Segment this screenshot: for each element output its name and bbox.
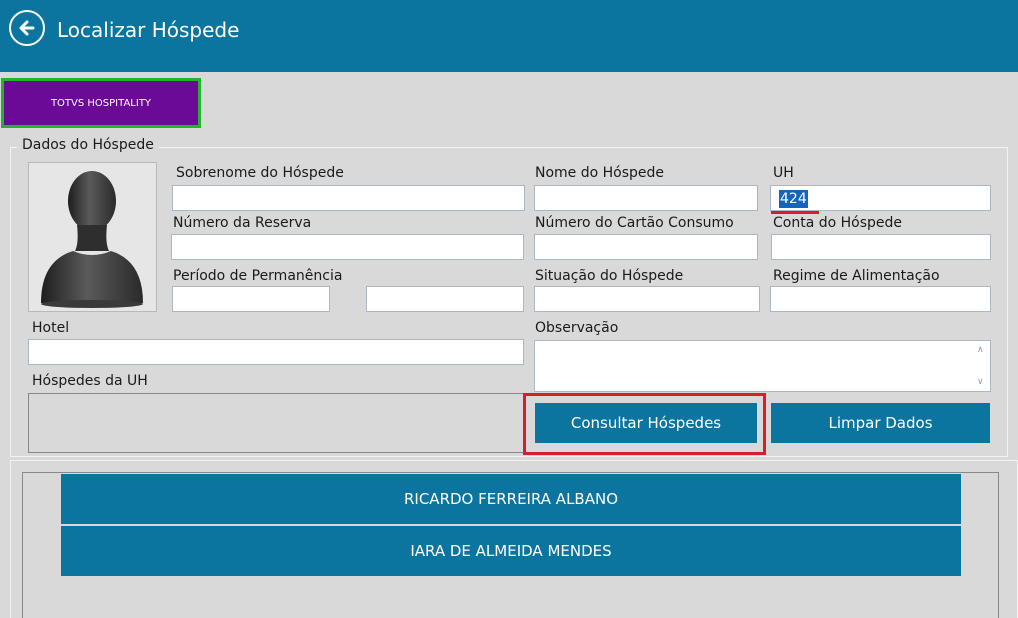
- stay-period-end-input[interactable]: [366, 286, 524, 312]
- back-button[interactable]: [9, 10, 45, 46]
- guest-status-label: Situação do Hóspede: [535, 268, 684, 284]
- uh-guests-list[interactable]: [28, 393, 526, 453]
- result-row-1[interactable]: RICARDO FERREIRA ALBANO: [61, 474, 961, 524]
- result-row-2[interactable]: IARA DE ALMEIDA MENDES: [61, 526, 961, 576]
- notes-scrollbar[interactable]: ∧ ∨: [974, 341, 990, 391]
- page-title: Localizar Hóspede: [57, 18, 240, 42]
- uh-guests-label: Hóspedes da UH: [32, 373, 148, 389]
- search-button-highlight: [523, 393, 766, 455]
- totvs-hospitality-button[interactable]: TOTVS HOSPITALITY: [1, 78, 201, 128]
- meal-plan-input[interactable]: [770, 286, 991, 312]
- guest-account-label: Conta do Hóspede: [773, 215, 903, 231]
- guest-data-group-title: Dados do Hóspede: [17, 137, 159, 153]
- uh-label: UH: [773, 165, 794, 181]
- notes-label: Observação: [535, 320, 619, 336]
- notes-textarea[interactable]: ∧ ∨: [534, 340, 991, 392]
- reservation-number-label: Número da Reserva: [173, 215, 312, 231]
- guest-photo: [28, 162, 157, 312]
- reservation-number-input[interactable]: [171, 234, 524, 260]
- person-silhouette-icon: [41, 171, 143, 308]
- guest-status-input[interactable]: [534, 286, 760, 312]
- consumption-card-label: Número do Cartão Consumo: [535, 215, 734, 231]
- clear-data-button[interactable]: Limpar Dados: [771, 403, 990, 443]
- surname-label: Sobrenome do Hóspede: [176, 165, 344, 181]
- hotel-label: Hotel: [32, 320, 70, 336]
- stay-period-start-input[interactable]: [172, 286, 330, 312]
- scroll-down-icon[interactable]: ∨: [977, 378, 984, 387]
- scroll-up-icon[interactable]: ∧: [977, 346, 984, 355]
- name-input[interactable]: [534, 185, 758, 211]
- guest-account-input[interactable]: [771, 234, 991, 260]
- arrow-left-icon: [19, 20, 35, 36]
- hotel-input[interactable]: [28, 339, 524, 365]
- stay-period-label: Período de Permanência: [173, 268, 343, 284]
- app-header: Localizar Hóspede: [0, 0, 1018, 72]
- meal-plan-label: Regime de Alimentação: [773, 268, 940, 284]
- name-label: Nome do Hóspede: [535, 165, 665, 181]
- uh-input-value: 424: [779, 190, 808, 208]
- uh-highlight-underline: [771, 211, 819, 214]
- consumption-card-input[interactable]: [534, 234, 758, 260]
- surname-input[interactable]: [172, 185, 525, 211]
